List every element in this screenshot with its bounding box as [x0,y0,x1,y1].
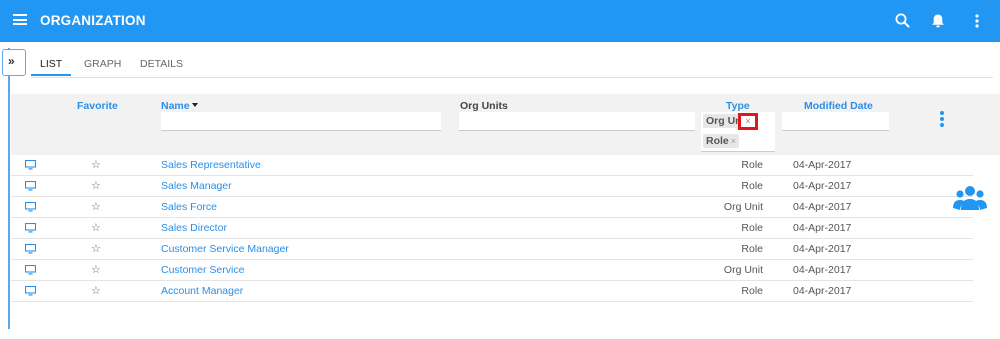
monitor-icon[interactable] [25,202,36,212]
row-name-link[interactable]: Sales Force [161,201,217,213]
monitor-icon[interactable] [25,223,36,233]
page-title: ORGANIZATION [40,13,146,28]
row-name-link[interactable]: Customer Service [161,264,244,276]
table-row[interactable]: ☆ Customer Service Manager Role 04-Apr-2017 [11,239,973,260]
menu-icon[interactable] [13,14,27,25]
monitor-icon[interactable] [25,265,36,275]
table-row[interactable]: ☆ Sales Representative Role 04-Apr-2017 [11,155,973,176]
column-header-favorite[interactable]: Favorite [77,100,118,112]
tab-graph[interactable]: GRAPH [84,58,121,70]
more-vertical-icon[interactable] [967,11,987,31]
group-users-icon[interactable] [953,184,987,211]
monitor-icon[interactable] [25,286,36,296]
column-options-icon[interactable] [939,111,945,129]
row-modified-date: 04-Apr-2017 [793,285,852,297]
monitor-icon[interactable] [25,160,36,170]
row-modified-date: 04-Apr-2017 [793,180,852,192]
row-modified-date: 04-Apr-2017 [793,264,852,276]
row-name-link[interactable]: Sales Manager [161,180,232,192]
table-row[interactable]: ☆ Sales Manager Role 04-Apr-2017 [11,176,973,197]
row-name-link[interactable]: Sales Director [161,222,227,234]
chip-label: Role [706,135,729,147]
favorite-star-icon[interactable]: ☆ [91,200,101,213]
search-icon[interactable] [893,11,913,31]
org-units-filter-input[interactable] [459,112,695,131]
column-header-modified-date[interactable]: Modified Date [804,100,873,112]
favorite-star-icon[interactable]: ☆ [91,263,101,276]
row-modified-date: 04-Apr-2017 [793,222,852,234]
tab-details[interactable]: DETAILS [140,58,183,70]
row-name-link[interactable]: Customer Service Manager [161,243,289,255]
row-name-link[interactable]: Account Manager [161,285,243,297]
column-header-type[interactable]: Type [726,100,750,112]
row-type: Org Unit [723,201,763,213]
active-tab-indicator [31,74,71,76]
row-type: Role [741,222,763,234]
table-row[interactable]: ☆ Sales Director Role 04-Apr-2017 [11,218,973,239]
tab-divider [31,77,993,78]
remove-chip-role-button[interactable]: × [731,136,736,146]
tab-list[interactable]: LIST [40,58,62,70]
favorite-star-icon[interactable]: ☆ [91,221,101,234]
row-modified-date: 04-Apr-2017 [793,159,852,171]
row-type: Role [741,180,763,192]
monitor-icon[interactable] [25,181,36,191]
favorite-star-icon[interactable]: ☆ [91,284,101,297]
column-header-name[interactable]: Name [161,100,198,112]
row-type: Role [741,159,763,171]
table-row[interactable]: ☆ Account Manager Role 04-Apr-2017 [11,281,973,302]
modified-date-filter-input[interactable] [782,112,889,131]
table-row[interactable]: ☆ Sales Force Org Unit 04-Apr-2017 [11,197,973,218]
expand-panel-button[interactable]: » [2,49,26,76]
app-bar: ORGANIZATION [0,0,1000,42]
row-modified-date: 04-Apr-2017 [793,243,852,255]
row-type: Role [741,285,763,297]
table-row[interactable]: ☆ Customer Service Org Unit 04-Apr-2017 [11,260,973,281]
row-modified-date: 04-Apr-2017 [793,201,852,213]
remove-chip-org-unit-button[interactable]: × [738,113,758,130]
sort-descending-icon [191,103,198,107]
column-header-org-units[interactable]: Org Units [460,100,508,112]
column-header-name-label: Name [161,100,190,112]
favorite-star-icon[interactable]: ☆ [91,158,101,171]
favorite-star-icon[interactable]: ☆ [91,179,101,192]
monitor-icon[interactable] [25,244,36,254]
row-type: Org Unit [723,264,763,276]
bell-icon[interactable] [928,11,948,31]
row-name-link[interactable]: Sales Representative [161,159,261,171]
name-filter-input[interactable] [161,112,441,131]
type-filter-chip-role: Role × [703,134,740,148]
favorite-star-icon[interactable]: ☆ [91,242,101,255]
row-type: Role [741,243,763,255]
double-chevron-right-icon: » [8,54,15,68]
side-panel-rail [8,48,10,329]
